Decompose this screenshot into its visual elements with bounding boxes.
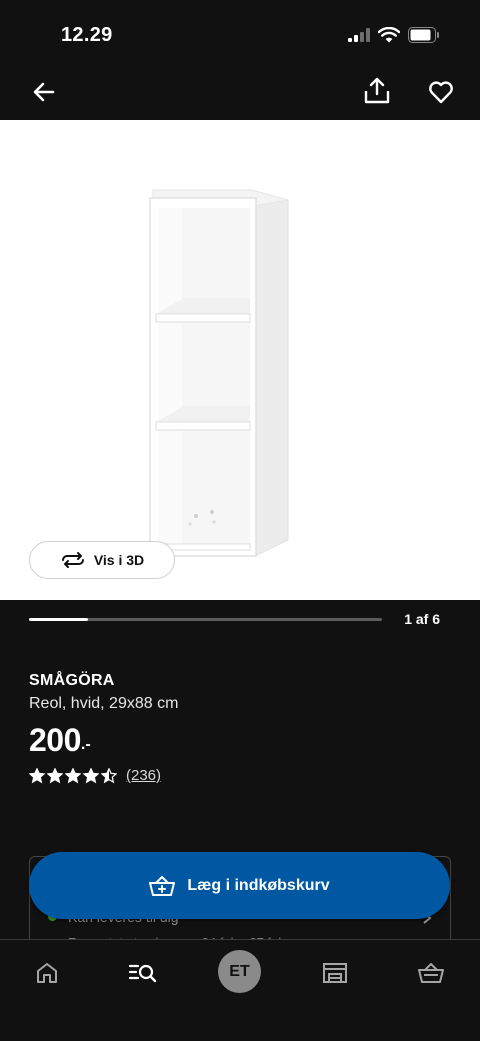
star-icon — [47, 767, 63, 783]
battery-icon — [408, 27, 439, 43]
rotate-3d-icon — [61, 552, 84, 568]
share-icon — [364, 77, 390, 104]
search-icon — [128, 964, 157, 983]
bottom-navigation: ET — [0, 939, 480, 1041]
wifi-icon — [378, 27, 400, 43]
cart-plus-icon — [149, 875, 176, 896]
store-icon — [323, 963, 347, 983]
gallery-progress-track — [29, 618, 382, 621]
product-rating[interactable]: (236) — [29, 767, 449, 784]
signal-icon — [348, 28, 370, 42]
star-icon — [101, 767, 117, 783]
view-in-3d-button[interactable]: Vis i 3D — [29, 541, 175, 579]
product-price: 200 .- — [29, 722, 449, 759]
add-to-cart-button[interactable]: Læg i indkøbskurv — [29, 852, 450, 919]
product-description: Reol, hvid, 29x88 cm — [29, 695, 179, 712]
status-time: 12.29 — [61, 24, 113, 46]
top-bar — [0, 64, 480, 120]
product-image — [149, 189, 289, 557]
price-integer: 200 — [29, 722, 81, 758]
nav-home[interactable] — [30, 956, 64, 990]
gallery-progress-fill — [29, 618, 88, 621]
back-button[interactable] — [30, 78, 58, 106]
price-suffix: .- — [80, 736, 91, 753]
nav-cart[interactable] — [414, 956, 448, 990]
gallery-page-indicator: 1 af 6 — [404, 611, 440, 627]
status-bar: 12.29 — [0, 0, 480, 64]
star-icon — [83, 767, 99, 783]
nav-search[interactable] — [126, 956, 160, 990]
back-arrow-icon — [33, 82, 55, 102]
product-image-gallery[interactable]: Vis i 3D — [0, 120, 480, 600]
review-count-link[interactable]: (236) — [126, 767, 161, 784]
product-info: SMÅGÖRA Reol, hvid, 29x88 cm 200 .- (236… — [29, 672, 449, 784]
home-icon — [37, 963, 57, 983]
view-in-3d-label: Vis i 3D — [93, 552, 145, 568]
rating-stars — [29, 767, 117, 784]
add-to-cart-label: Læg i indkøbskurv — [187, 876, 330, 894]
star-icon — [65, 767, 81, 783]
favourite-button[interactable] — [427, 78, 455, 106]
nav-stores[interactable] — [318, 956, 352, 990]
nav-profile-avatar[interactable]: ET — [218, 950, 261, 993]
basket-icon — [418, 963, 444, 983]
system-icons — [348, 27, 440, 43]
product-name: SMÅGÖRA — [29, 672, 115, 689]
star-icon — [29, 767, 45, 783]
gallery-pager: 1 af 6 — [0, 600, 480, 640]
share-button[interactable] — [362, 76, 392, 106]
heart-icon — [429, 81, 453, 104]
